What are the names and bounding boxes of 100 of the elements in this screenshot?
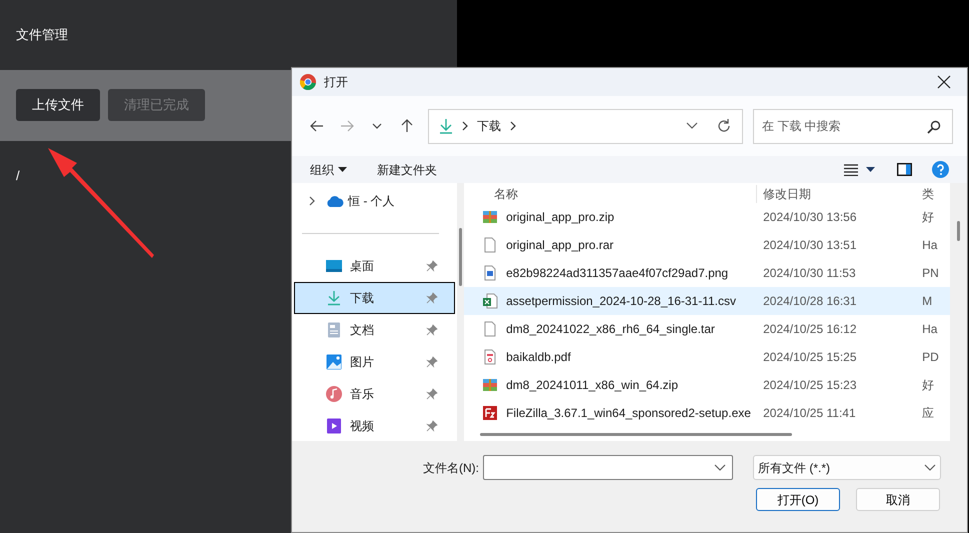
file-name: assetpermission_2024-10-28_16-31-11.csv bbox=[506, 293, 736, 310]
open-button[interactable]: 打开(O) bbox=[756, 488, 840, 511]
file-row[interactable]: dm8_20241011_x86_win_64.zip 2024/10/25 15:23 好 bbox=[464, 371, 950, 399]
type-cell-text: 好 bbox=[921, 377, 936, 394]
file-row[interactable]: assetpermission_2024-10-28_16-31-11.csv 2024/10/28 16:31 M bbox=[464, 287, 950, 315]
sidebar-item[interactable]: 音乐 bbox=[292, 378, 458, 410]
sidebar-item[interactable]: 文档 bbox=[292, 314, 458, 346]
date-cell-text: 2024/10/30 11:53 bbox=[762, 265, 857, 282]
date-cell-text: 2024/10/28 16:31 bbox=[762, 293, 858, 310]
sidebar-item[interactable]: 下载 bbox=[294, 282, 456, 314]
filename-field[interactable] bbox=[483, 455, 733, 480]
column-header[interactable]: 修改日期 bbox=[756, 185, 916, 203]
file-name: dm8_20241011_x86_win_64.zip bbox=[506, 377, 678, 394]
organize-menu[interactable]: 组织 bbox=[310, 160, 347, 178]
dialog-title: 打开 bbox=[324, 74, 348, 91]
chevron-right-icon bbox=[461, 121, 469, 131]
sidebar-label: 桌面 bbox=[350, 258, 374, 275]
breadcrumb-item[interactable]: 下载 bbox=[477, 117, 501, 135]
file-name: dm8_20241022_x86_rh6_64_single.tar bbox=[506, 321, 715, 338]
help-icon bbox=[932, 161, 948, 178]
arrow-right-icon bbox=[339, 118, 355, 134]
download-icon bbox=[439, 118, 453, 134]
column-header[interactable]: 类 bbox=[916, 185, 950, 203]
chevron-right-icon bbox=[509, 121, 517, 131]
field-label: 文件名(N): bbox=[423, 460, 479, 476]
search-field[interactable]: 在 下载 中搜索 bbox=[753, 108, 953, 144]
close-icon bbox=[937, 75, 951, 89]
film-icon bbox=[326, 418, 342, 434]
cloud-icon bbox=[326, 195, 344, 207]
date-cell-text: 2024/10/30 13:56 bbox=[762, 209, 858, 226]
path-text: / bbox=[16, 168, 20, 183]
scrollbar-thumb[interactable] bbox=[957, 221, 960, 241]
chevron-down-icon bbox=[924, 464, 936, 472]
sidebar-label: 视频 bbox=[350, 418, 374, 435]
date-cell-text: 2024/10/25 15:25 bbox=[762, 349, 858, 366]
sidebar-item[interactable]: 视频 bbox=[292, 410, 458, 442]
cancel-button[interactable]: 取消 bbox=[856, 488, 940, 511]
scrollbar-thumb[interactable] bbox=[459, 228, 462, 286]
type-cell-text: 好 bbox=[921, 209, 936, 226]
file-name: baikaldb.pdf bbox=[506, 349, 571, 366]
pane-icon bbox=[896, 163, 912, 176]
list-view-icon bbox=[844, 164, 858, 176]
cloud-label: 恒 - 个人 bbox=[348, 193, 395, 210]
type-cell-text: PD bbox=[921, 349, 940, 366]
file-row[interactable]: dm8_20241022_x86_rh6_64_single.tar 2024/10/25 16:12 Ha bbox=[464, 315, 950, 343]
address-bar[interactable]: 下载 bbox=[428, 108, 743, 144]
music-note-icon bbox=[326, 386, 342, 402]
date-cell-text: 2024/10/25 16:12 bbox=[762, 321, 858, 338]
sidebar-label: 下载 bbox=[350, 290, 374, 307]
type-cell-text: 应 bbox=[921, 405, 936, 422]
file-row[interactable]: e82b98224ad311357aae4f07cf29ad7.png 2024/10/30 11:53 PN bbox=[464, 259, 950, 287]
file-name: e82b98224ad311357aae4f07cf29ad7.png bbox=[506, 265, 728, 282]
round-logo-icon bbox=[300, 74, 316, 90]
file-icon bbox=[482, 237, 498, 253]
file-row[interactable]: original_app_pro.rar 2024/10/30 13:51 Ha bbox=[464, 231, 950, 259]
archive-file-icon bbox=[482, 377, 498, 393]
document-icon bbox=[326, 322, 342, 338]
new-folder-button[interactable]: 新建文件夹 bbox=[377, 160, 437, 178]
scrollbar-thumb[interactable] bbox=[480, 432, 792, 436]
refresh-icon bbox=[716, 118, 732, 134]
sidebar-label: 音乐 bbox=[350, 386, 374, 403]
file-row[interactable]: original_app_pro.zip 2024/10/30 13:56 好 bbox=[464, 203, 950, 231]
date-cell-text: 2024/10/25 15:23 bbox=[762, 377, 858, 394]
file-icon bbox=[482, 321, 498, 337]
type-cell-text: Ha bbox=[921, 237, 938, 254]
pin-icon bbox=[426, 292, 438, 304]
monitor-icon bbox=[326, 258, 342, 274]
page-title: 文件管理 bbox=[16, 26, 69, 44]
picture-icon bbox=[326, 354, 342, 370]
cloud-item[interactable]: 恒 - 个人 bbox=[326, 192, 395, 210]
sidebar-item[interactable]: 桌面 bbox=[292, 250, 458, 282]
spreadsheet-file-icon bbox=[482, 293, 498, 309]
date-cell-text: 2024/10/25 11:41 bbox=[762, 405, 857, 422]
pdf-file-icon bbox=[482, 349, 498, 365]
file-type-select[interactable]: 所有文件 (*.*) bbox=[753, 455, 941, 480]
pin-icon bbox=[426, 260, 438, 272]
toolbar-button[interactable]: 上传文件 bbox=[16, 89, 100, 121]
file-name: original_app_pro.rar bbox=[506, 237, 614, 254]
view-menu[interactable] bbox=[844, 164, 875, 176]
file-name: original_app_pro.zip bbox=[506, 209, 614, 226]
file-name: FileZilla_3.67.1_win64_sponsored2-setup.exe bbox=[506, 405, 751, 422]
sidebar-item[interactable]: 图片 bbox=[292, 346, 458, 378]
search-icon bbox=[927, 120, 941, 134]
type-cell-text: PN bbox=[921, 265, 940, 282]
file-row[interactable]: FileZilla_3.67.1_win64_sponsored2-setup.exe 2024/10/25 11:41 应 bbox=[464, 399, 950, 427]
pin-icon bbox=[426, 420, 438, 432]
pin-icon bbox=[426, 356, 438, 368]
chevron-right-icon bbox=[307, 196, 317, 206]
column-header[interactable]: 名称 bbox=[464, 185, 756, 203]
type-cell-text: Ha bbox=[921, 321, 938, 338]
program-file-icon bbox=[482, 405, 498, 421]
pin-icon bbox=[426, 388, 438, 400]
download-icon bbox=[326, 290, 342, 306]
sidebar-label: 图片 bbox=[350, 354, 374, 371]
caret-icon bbox=[866, 166, 875, 172]
caret-icon bbox=[338, 166, 347, 172]
chevron-down-icon bbox=[714, 464, 726, 472]
file-row[interactable]: baikaldb.pdf 2024/10/25 15:25 PD bbox=[464, 343, 950, 371]
image-file-icon bbox=[482, 265, 498, 281]
sidebar-label: 文档 bbox=[350, 322, 374, 339]
